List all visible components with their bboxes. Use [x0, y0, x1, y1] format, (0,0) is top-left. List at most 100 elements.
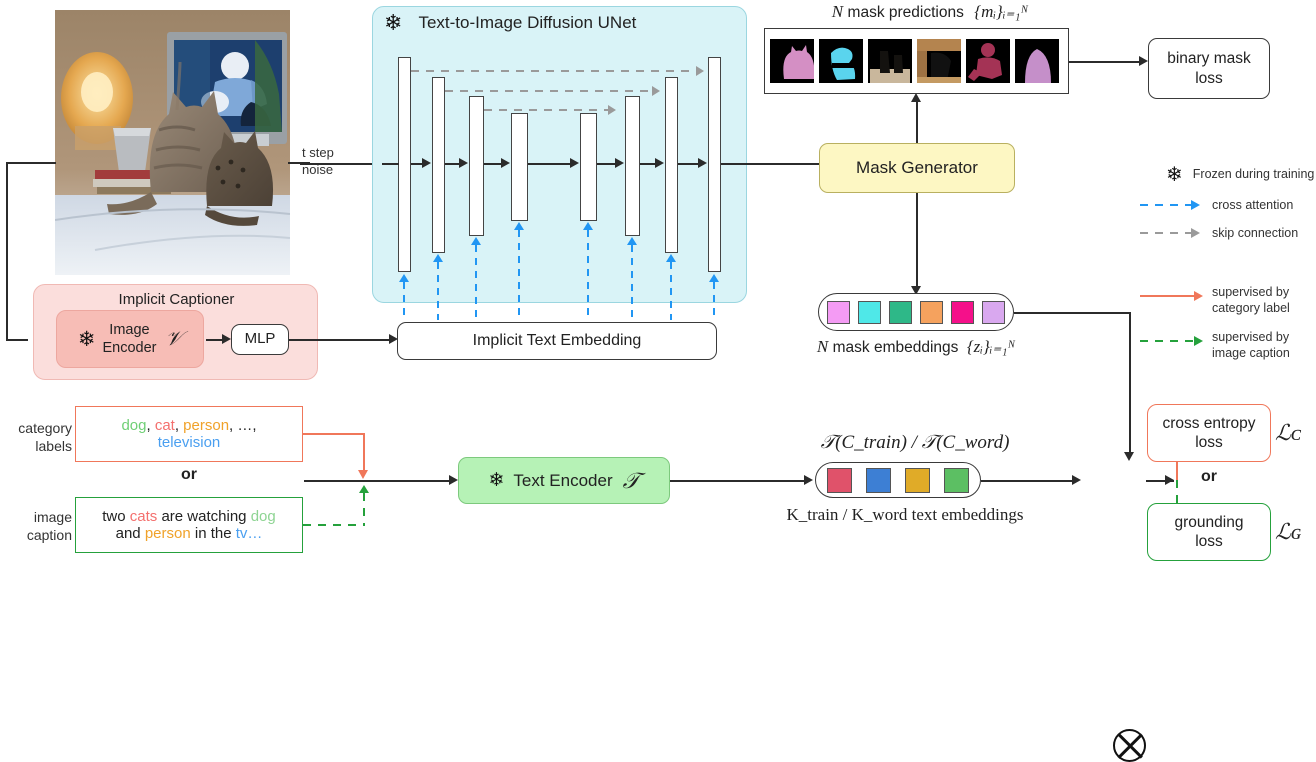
- cross-attention-line-2: [437, 262, 440, 320]
- noise-input-line1: t step: [302, 145, 334, 160]
- legend-supervised-caption-line1: supervised by: [1212, 330, 1290, 344]
- text-embeddings-squares: [815, 462, 981, 498]
- cross-attention-line-4: [518, 230, 521, 320]
- unet-flow-arrow-3: [459, 158, 468, 168]
- text-encoder-box: ❄ Text Encoder 𝒯: [458, 457, 670, 504]
- noise-to-unet-line: [300, 163, 382, 165]
- implicit-captioner-title: Implicit Captioner: [118, 291, 235, 308]
- unet-flow-1: [382, 163, 399, 165]
- text-embedding-square-4: [944, 467, 969, 493]
- cross-entropy-loss-line1: cross entropy: [1162, 414, 1256, 432]
- category-labels-box: dog, cat, person, …, television: [75, 406, 303, 462]
- mask-embedding-square-4: [920, 300, 943, 324]
- legend-cross-attention-line: [1140, 204, 1192, 207]
- category-or-caption-label: or: [181, 466, 197, 483]
- caption-token-tv: tv…: [235, 525, 263, 542]
- category-token-television: television: [157, 434, 221, 451]
- legend-supervised-caption-arrow: [1194, 336, 1203, 346]
- mask-embedding-square-6: [982, 300, 1005, 324]
- text-embeddings-formula-bottom: K_train / K_word text embeddings: [786, 505, 1024, 524]
- legend-cross-attention-arrow: [1191, 200, 1200, 210]
- mask-thumb-person-maroon: [966, 39, 1010, 83]
- mask-thumb-cat-violet: [1015, 39, 1059, 83]
- unet-title-row: ❄ Text-to-Image Diffusion UNet: [384, 12, 734, 34]
- mask-embedding-square-2: [858, 300, 881, 324]
- binary-mask-loss-line1: binary mask: [1167, 50, 1251, 68]
- snowflake-icon: ❄: [488, 470, 505, 491]
- unet-bar-3: [469, 96, 484, 236]
- noise-input-label: t step noise: [302, 145, 372, 179]
- encoder-to-textembeddings-line: [670, 480, 805, 482]
- implicit-text-embedding-box: Implicit Text Embedding: [397, 322, 717, 360]
- mask-predictions-caption-math: {mᵢ}ᵢ₌₁ᴺ: [974, 2, 1029, 21]
- unet-flow-arrow-2: [422, 158, 431, 168]
- caption-token-cats: cats: [129, 508, 158, 525]
- mask-embeddings-caption-math: {zᵢ}ᵢ₌₁ᴺ: [966, 337, 1016, 356]
- legend-supervised-category-line2: category label: [1212, 300, 1290, 315]
- textembeddings-to-xor-line: [981, 480, 1073, 482]
- loss-or-label: or: [1201, 468, 1217, 485]
- unet-bar-8: [708, 57, 721, 272]
- predictions-to-binaryloss-arrow: [1139, 56, 1148, 66]
- caption-token-dog: dog: [250, 508, 276, 525]
- unet-flow-arrow-6: [615, 158, 624, 168]
- cross-attention-arrow-6: [627, 237, 637, 245]
- category-token-dog: dog: [121, 417, 147, 434]
- image-caption-side-line2: caption: [26, 527, 72, 544]
- mask-embeddings-caption: N mask embeddings {zᵢ}ᵢ₌₁ᴺ: [766, 337, 1066, 357]
- image-caption-side-label: image caption: [0, 508, 72, 544]
- unet-flow-out: [721, 163, 821, 165]
- input-image-illustration: [55, 10, 290, 275]
- implicit-text-embedding-label: Implicit Text Embedding: [472, 332, 642, 349]
- cross-attention-line-6: [631, 245, 634, 320]
- skip-connection-1-arrow: [696, 66, 704, 76]
- cross-attention-arrow-4: [514, 222, 524, 230]
- image-encoder-label: Image Encoder: [102, 321, 157, 356]
- legend-supervised-caption-line2: image caption: [1212, 345, 1290, 360]
- unet-flow-8: [678, 163, 699, 165]
- unet-flow-5: [528, 163, 571, 165]
- image-caption-line2: and person in the tv…: [116, 525, 263, 542]
- category-token-cat: cat: [154, 417, 175, 434]
- unet-flow-4: [484, 163, 502, 165]
- legend-frozen-row: ❄ Frozen during training: [1166, 165, 1314, 185]
- mlp-to-textembedding-line: [289, 339, 390, 341]
- maskgen-to-predictions-arrow: [911, 93, 921, 102]
- category-labels-side-line2: labels: [35, 438, 72, 455]
- mask-generator-box: Mask Generator: [819, 143, 1015, 193]
- mask-embedding-square-1: [827, 300, 850, 324]
- image-caption-line1: two cats are watching dog: [102, 508, 275, 525]
- mask-embeddings-caption-prefix: N: [816, 337, 829, 356]
- textembeddings-to-xor-arrow: [1072, 475, 1081, 485]
- unet-flow-arrow-5: [570, 158, 579, 168]
- mask-generator-label: Mask Generator: [856, 158, 978, 178]
- snowflake-icon: ❄: [1166, 164, 1183, 186]
- cross-attention-line-3: [475, 245, 478, 320]
- mask-embeddings-squares: [818, 293, 1014, 331]
- mask-predictions-caption-prefix: N: [831, 2, 844, 21]
- legend-supervised-caption-label: supervised by image caption: [1212, 330, 1290, 361]
- cross-attention-arrow-7: [666, 254, 676, 262]
- cross-entropy-loss-line2: loss: [1195, 434, 1223, 451]
- cross-attention-line-8: [713, 282, 716, 320]
- caption-to-encoder-vline: [363, 493, 366, 525]
- cross-attention-line-5: [587, 230, 590, 320]
- grounding-loss-line1: grounding: [1174, 513, 1244, 531]
- category-token-person: person: [183, 417, 230, 434]
- category-to-encoder-arrow: [358, 470, 368, 479]
- legend-skip-connection-line: [1140, 232, 1192, 235]
- caption-token-inthe: in the: [190, 525, 236, 542]
- text-embedding-square-2: [866, 467, 891, 493]
- cross-attention-line-1: [403, 282, 406, 320]
- mask-thumb-scene-tan: [917, 39, 961, 83]
- unet-flow-6: [597, 163, 616, 165]
- mask-thumb-cat-pink: [770, 39, 814, 83]
- image-caption-box: two cats are watching dog and person in …: [75, 497, 303, 553]
- encoder-to-mlp-arrow: [222, 334, 231, 344]
- legend-frozen-label: Frozen during training: [1192, 167, 1315, 182]
- encoder-to-mlp-line: [206, 339, 223, 341]
- legend-supervised-category-line: [1140, 295, 1195, 297]
- cross-entropy-loss-symbol: ℒᴄ: [1275, 420, 1301, 445]
- legend-skip-connection-arrow: [1191, 228, 1200, 238]
- skip-connection-2-arrow: [652, 86, 660, 96]
